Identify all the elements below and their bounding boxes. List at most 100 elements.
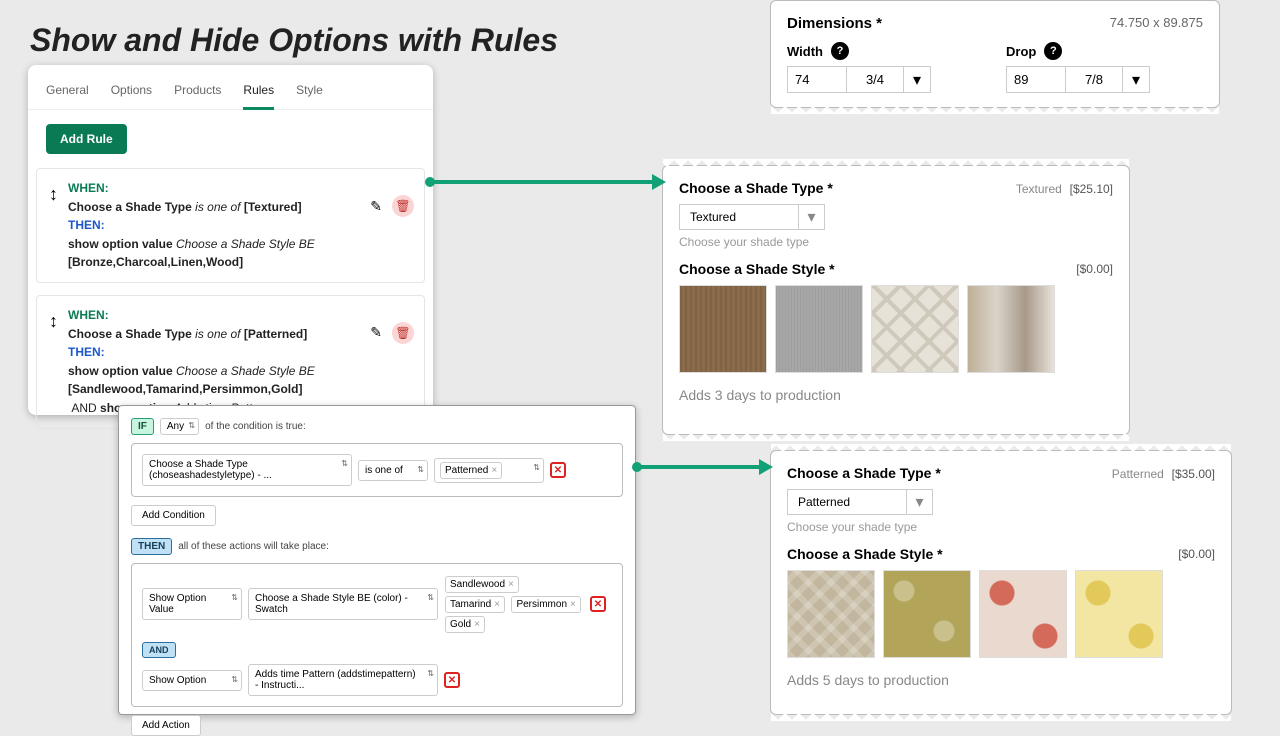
width-label: Width	[787, 44, 823, 59]
cond-op-select[interactable]: is one of	[358, 460, 428, 481]
rules-panel: General Options Products Rules Style Add…	[28, 65, 433, 415]
tab-style[interactable]: Style	[296, 83, 323, 109]
act-values: [Sandlewood,Tamarind,Persimmon,Gold]	[68, 382, 302, 396]
swatch-linen[interactable]	[871, 285, 959, 373]
edit-icon[interactable]: ✎	[370, 324, 382, 341]
swatch-charcoal[interactable]	[775, 285, 863, 373]
shade-type-value: Textured	[679, 204, 799, 230]
remove-action-icon[interactable]: ✕	[444, 672, 460, 688]
rule-card-1: ↕ WHEN: Choose a Shade Type is one of [T…	[36, 168, 425, 283]
shade-type-hint: Choose your shade type	[679, 235, 1113, 249]
swatch-gold[interactable]	[1075, 570, 1163, 658]
rule-editor: IF Any of the condition is true: Choose …	[118, 405, 636, 715]
then-tail: all of these actions will take place:	[178, 541, 329, 552]
swatch-tamarind[interactable]	[883, 570, 971, 658]
preview-textured: Choose a Shade Type * Textured [$25.10] …	[662, 165, 1130, 435]
shade-style-price: [$0.00]	[1178, 547, 1215, 561]
tag-tamarind[interactable]: Tamarind×	[445, 596, 505, 613]
tab-products[interactable]: Products	[174, 83, 221, 109]
shade-type-price: [$25.10]	[1070, 182, 1113, 196]
and-pill: AND	[142, 642, 176, 658]
tab-options[interactable]: Options	[111, 83, 152, 109]
action-field-select[interactable]: Choose a Shade Style BE (color) - Swatch	[248, 588, 438, 620]
cond-field: Choose a Shade Type	[68, 200, 192, 214]
then-pill: THEN	[131, 538, 172, 555]
act-type: show option value	[68, 364, 173, 378]
cond-op: is one of	[195, 327, 240, 341]
when-label: WHEN:	[68, 308, 109, 322]
drop-int-input[interactable]	[1006, 66, 1066, 93]
drag-handle-icon[interactable]: ↕	[49, 185, 58, 203]
shade-style-price: [$0.00]	[1076, 262, 1113, 276]
tabs: General Options Products Rules Style	[28, 65, 433, 110]
then-label: THEN:	[68, 345, 105, 359]
page-title: Show and Hide Options with Rules	[30, 22, 558, 59]
rule-body: WHEN: Choose a Shade Type is one of [Pat…	[68, 306, 412, 418]
action-field-select[interactable]: Adds time Pattern (addstimepattern) - In…	[248, 664, 438, 696]
condition-group: Choose a Shade Type (choseashadestyletyp…	[131, 443, 623, 497]
trash-icon[interactable]: 🗑	[392, 195, 414, 217]
trash-icon[interactable]: 🗑	[392, 322, 414, 344]
dimensions-readout: 74.750 x 89.875	[1110, 15, 1203, 30]
rule-body: WHEN: Choose a Shade Type is one of [Tex…	[68, 179, 412, 272]
remove-action-icon[interactable]: ✕	[590, 596, 606, 612]
drop-frac-display: 7/8	[1066, 66, 1122, 93]
act-type: show option value	[68, 237, 173, 251]
if-tail: of the condition is true:	[205, 421, 306, 432]
cond-op: is one of	[195, 200, 240, 214]
act-values: [Bronze,Charcoal,Linen,Wood]	[68, 255, 243, 269]
add-rule-button[interactable]: Add Rule	[46, 124, 127, 154]
tag-patterned[interactable]: Patterned×	[440, 462, 502, 479]
width-frac-display: 3/4	[847, 66, 903, 93]
tab-rules[interactable]: Rules	[243, 83, 274, 110]
cond-value-select[interactable]: Patterned×	[434, 458, 544, 483]
cond-val: [Patterned]	[244, 327, 307, 341]
shade-type-dropdown[interactable]: ▾	[907, 489, 933, 515]
swatch-row	[787, 570, 1215, 658]
swatch-bronze[interactable]	[679, 285, 767, 373]
shade-type-dropdown[interactable]: ▾	[799, 204, 825, 230]
shade-type-hint: Choose your shade type	[787, 520, 1215, 534]
cond-field: Choose a Shade Type	[68, 327, 192, 341]
help-icon[interactable]: ?	[1044, 42, 1062, 60]
tag-persimmon[interactable]: Persimmon×	[511, 596, 580, 613]
remove-condition-icon[interactable]: ✕	[550, 462, 566, 478]
action-type-select[interactable]: Show Option Value	[142, 588, 242, 620]
drag-handle-icon[interactable]: ↕	[49, 312, 58, 330]
shade-type-price: [$35.00]	[1172, 467, 1215, 481]
tab-general[interactable]: General	[46, 83, 89, 109]
shade-type-meta: Textured	[1016, 182, 1062, 196]
and-label: AND	[71, 401, 96, 415]
act-target: Choose a Shade Style BE	[176, 364, 315, 378]
shade-style-label: Choose a Shade Style *	[787, 546, 943, 562]
cond-val: [Textured]	[244, 200, 302, 214]
width-frac-dropdown[interactable]: ▾	[903, 66, 931, 93]
action-group: Show Option Value Choose a Shade Style B…	[131, 563, 623, 707]
tag-gold[interactable]: Gold×	[445, 616, 485, 633]
swatch-row	[679, 285, 1113, 373]
tag-remove-icon[interactable]: ×	[570, 599, 576, 610]
drop-frac-dropdown[interactable]: ▾	[1122, 66, 1150, 93]
tag-remove-icon[interactable]: ×	[491, 465, 497, 476]
tag-remove-icon[interactable]: ×	[494, 599, 500, 610]
match-mode-select[interactable]: Any	[160, 418, 199, 435]
help-icon[interactable]: ?	[831, 42, 849, 60]
tag-remove-icon[interactable]: ×	[508, 579, 514, 590]
drop-label: Drop	[1006, 44, 1036, 59]
when-label: WHEN:	[68, 181, 109, 195]
swatch-sandlewood[interactable]	[787, 570, 875, 658]
then-label: THEN:	[68, 218, 105, 232]
cond-field-select[interactable]: Choose a Shade Type (choseashadestyletyp…	[142, 454, 352, 486]
shade-type-meta: Patterned	[1112, 467, 1164, 481]
add-action-button[interactable]: Add Action	[131, 715, 201, 736]
add-condition-button[interactable]: Add Condition	[131, 505, 216, 526]
tag-remove-icon[interactable]: ×	[474, 619, 480, 630]
action-type-select[interactable]: Show Option	[142, 670, 242, 691]
width-int-input[interactable]	[787, 66, 847, 93]
production-days: Adds 3 days to production	[679, 387, 1113, 403]
shade-type-value: Patterned	[787, 489, 907, 515]
edit-icon[interactable]: ✎	[370, 198, 382, 215]
tag-sandlewood[interactable]: Sandlewood×	[445, 576, 519, 593]
swatch-wood[interactable]	[967, 285, 1055, 373]
swatch-persimmon[interactable]	[979, 570, 1067, 658]
